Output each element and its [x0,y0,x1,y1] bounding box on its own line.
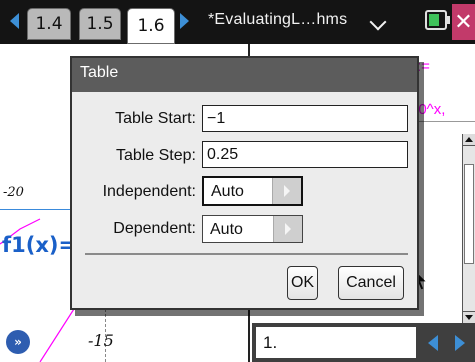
scroll-down-arrow-icon[interactable] [463,311,475,323]
table-start-input[interactable]: −1 [202,105,408,132]
dependent-label: Dependent: [113,220,196,237]
axis-tick-label: -20 [3,185,24,200]
independent-select[interactable]: Auto [202,176,303,206]
battery-icon [425,10,450,30]
close-icon[interactable]: ✕ [452,4,475,40]
document-title[interactable]: *EvaluatingL…hms [208,11,347,29]
dropdown-arrow-icon[interactable] [273,216,302,242]
dropdown-arrow-icon[interactable] [272,178,301,204]
chevron-down-icon[interactable] [369,13,387,31]
tab-label: 1.4 [35,14,63,34]
axis-tick-label: -15 [88,331,114,350]
scroll-thumb[interactable] [464,164,474,264]
entry-line-input[interactable]: 1. [256,327,416,358]
tab-label: 1.6 [137,16,165,36]
right-arrow-icon[interactable] [455,335,465,351]
independent-label: Independent: [102,183,196,200]
table-start-label: Table Start: [115,110,196,127]
dialog-title: Table [72,58,417,92]
tab-page-1-4[interactable]: 1.4 [27,8,71,40]
previous-page-arrow-icon[interactable] [10,13,19,29]
dependent-select[interactable]: Auto [202,215,303,243]
dependent-select-value: Auto [210,221,243,238]
expand-icon[interactable]: » [6,330,30,354]
next-page-arrow-icon[interactable] [180,13,189,29]
left-arrow-icon[interactable] [428,335,438,351]
table-step-input[interactable]: 0.25 [202,141,408,168]
function-label[interactable]: f1(x)= [2,233,76,257]
cancel-button[interactable]: Cancel [338,266,404,300]
entry-bar: 1. [252,323,475,362]
scroll-up-arrow-icon[interactable] [463,134,475,146]
ok-button[interactable]: OK [287,266,318,300]
scrollbar[interactable] [462,134,475,323]
table-step-label: Table Step: [115,147,196,164]
independent-select-value: Auto [211,183,244,200]
tab-page-1-5[interactable]: 1.5 [79,8,121,40]
tab-label: 1.5 [86,14,114,34]
table-dialog: Table Table Start: −1 Table Step: 0.25 I… [70,56,419,310]
tab-bar: 1.4 1.5 1.6 *EvaluatingL…hms ✕ [0,0,475,44]
tab-page-1-6[interactable]: 1.6 [127,8,175,44]
dialog-divider [85,253,408,255]
